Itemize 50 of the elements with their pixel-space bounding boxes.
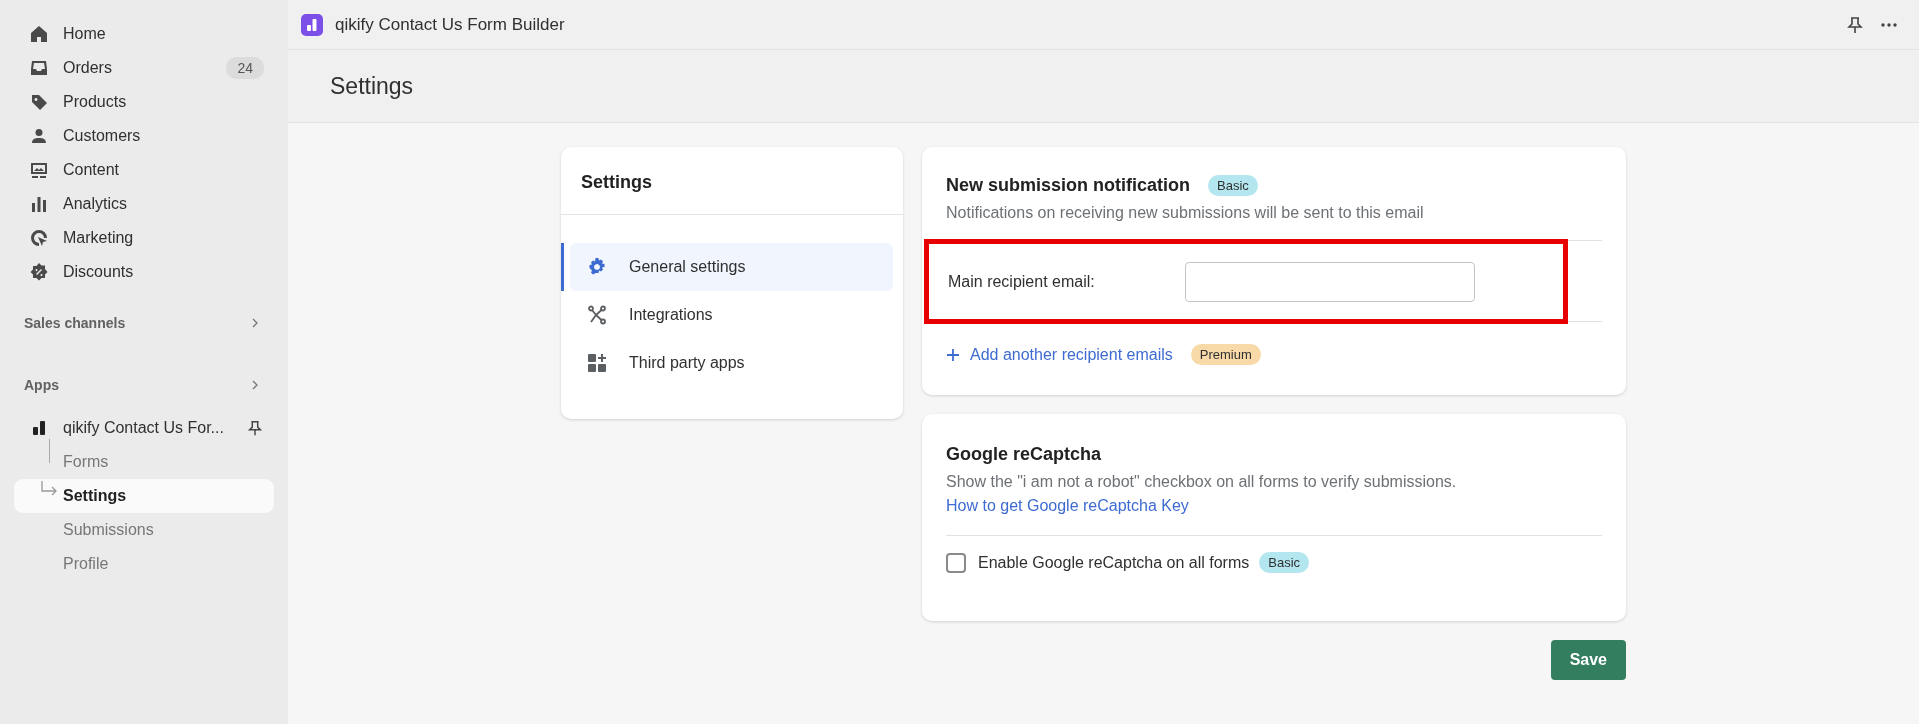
card-title: New submission notification	[946, 175, 1191, 196]
nav-item[interactable]: Analytics	[14, 187, 274, 221]
help-link[interactable]: How to get Google reCaptcha Key	[946, 497, 1189, 515]
tray-icon	[29, 58, 49, 78]
app-nav-item[interactable]: qikify Contact Us For...	[14, 411, 274, 445]
section-heading[interactable]: Sales channels	[14, 313, 274, 333]
grid-plus-icon	[587, 353, 607, 373]
home-icon	[29, 24, 49, 44]
email-input[interactable]	[1185, 261, 1475, 302]
card-title: Settings	[561, 147, 903, 215]
chevron-right-icon	[250, 318, 260, 328]
field-label: Main recipient email:	[948, 272, 1096, 291]
tag-icon	[29, 92, 49, 112]
card-description: Notifications on receiving new submissions will be sent to this email	[946, 204, 1425, 222]
pin-icon[interactable]	[1845, 14, 1865, 35]
recaptcha-checkbox[interactable]: Enable Google reCaptcha on all forms	[946, 552, 1250, 573]
plan-badge: Premium	[1190, 344, 1261, 365]
plan-badge: Basic	[1259, 552, 1310, 573]
image-icon	[29, 160, 49, 180]
card-title: Google reCaptcha	[946, 444, 1103, 465]
plus-icon	[946, 347, 960, 362]
nav-item[interactable]: Home	[14, 17, 274, 51]
add-recipient-link[interactable]: Add another recipient emails	[946, 345, 1173, 364]
nav-item[interactable]: Marketing	[14, 221, 274, 255]
page-title: Settings	[330, 72, 414, 100]
nav-item[interactable]: Content	[14, 153, 274, 187]
chevron-right-icon	[250, 380, 260, 390]
badge-icon	[29, 262, 49, 282]
target-icon	[29, 228, 49, 248]
count-badge: 24	[226, 57, 264, 79]
sub-nav-item[interactable]: Forms	[14, 445, 274, 479]
card-description: Show the "i am not a robot" checkbox on all forms to verify submissions.	[946, 473, 1458, 491]
nav-item[interactable]: Products	[14, 85, 274, 119]
nav-item[interactable]: Customers	[14, 119, 274, 153]
gear-icon	[587, 257, 607, 277]
save-button[interactable]: Save	[1550, 640, 1626, 680]
app-logo-icon	[301, 13, 323, 36]
sub-nav-item[interactable]: Settings	[14, 479, 274, 513]
pin-icon[interactable]	[246, 419, 264, 437]
nav-item[interactable]: Discounts	[14, 255, 274, 289]
settings-menu-item[interactable]: Integrations	[570, 291, 893, 339]
settings-menu-item[interactable]: Third party apps	[570, 339, 893, 387]
plan-badge: Basic	[1208, 175, 1258, 196]
person-icon	[29, 126, 49, 146]
sub-nav-item[interactable]: Profile	[14, 547, 274, 581]
nav-item[interactable]: Orders 24	[14, 51, 274, 85]
bar-chart-icon	[29, 194, 49, 214]
app-title: qikify Contact Us Form Builder	[335, 14, 565, 35]
sub-nav-item[interactable]: Submissions	[14, 513, 274, 547]
section-heading[interactable]: Apps	[14, 375, 274, 395]
